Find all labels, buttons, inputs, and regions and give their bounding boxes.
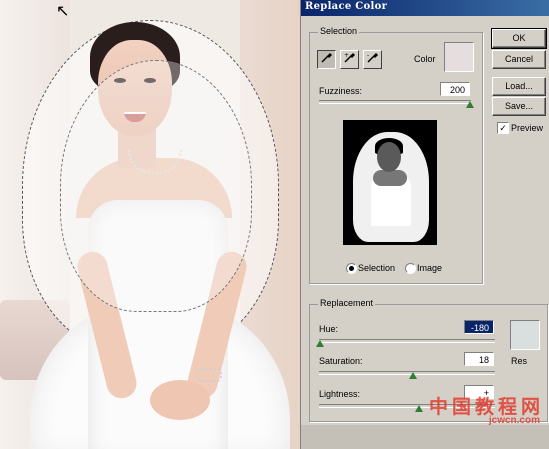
selection-group-label: Selection [318, 26, 360, 36]
hue-input[interactable]: -180 [464, 320, 494, 334]
saturation-slider-thumb[interactable] [409, 372, 417, 379]
result-label: Res [511, 356, 528, 366]
lightness-label: Lightness: [319, 389, 361, 399]
selection-preview [343, 120, 437, 245]
saturation-input[interactable]: 18 [464, 352, 494, 366]
fuzziness-input[interactable]: 200 [440, 82, 470, 96]
selection-radio-label: Selection [358, 263, 396, 273]
preview-checkbox-label: Preview [511, 123, 544, 133]
eyedropper-minus-icon[interactable]: - [363, 50, 382, 69]
svg-text:+: + [344, 52, 349, 59]
veil-selection-marquee [60, 60, 252, 312]
hue-slider-thumb[interactable] [316, 340, 324, 347]
hue-slider-track[interactable] [319, 339, 495, 343]
preview-checkbox[interactable]: ✓ [497, 122, 509, 134]
taskbar-strip [301, 425, 549, 449]
lightness-slider-thumb[interactable] [415, 405, 423, 412]
bride-hands [150, 380, 210, 420]
watermark-url: jcwcn.com [488, 415, 540, 426]
result-color-swatch [510, 320, 540, 350]
mouse-cursor-icon: ↖ [56, 3, 70, 20]
fuzziness-label: Fuzziness: [319, 86, 363, 96]
replacement-group-label: Replacement [318, 298, 376, 308]
eyedropper-icon[interactable] [317, 50, 336, 69]
load-button[interactable]: Load... [492, 77, 546, 96]
cancel-button[interactable]: Cancel [492, 50, 546, 69]
image-radio-label: Image [417, 263, 443, 273]
fuzziness-slider-track[interactable] [319, 100, 471, 104]
saturation-slider-track[interactable] [319, 371, 495, 375]
image-radio[interactable] [405, 263, 416, 274]
preview-shoulders [373, 170, 407, 186]
dialog-title: Replace Color [305, 1, 388, 12]
selection-color-swatch[interactable] [444, 42, 474, 72]
photo-canvas[interactable]: ↖ [0, 0, 300, 449]
dialog-titlebar[interactable]: Replace Color [301, 0, 549, 16]
replace-color-dialog: Replace Color Selection + - Color Fuzzin… [300, 0, 549, 449]
color-label: Color [414, 54, 436, 64]
hue-label: Hue: [319, 324, 339, 334]
selection-radio[interactable] [346, 263, 357, 274]
svg-text:-: - [367, 52, 369, 59]
saturation-label: Saturation: [319, 356, 363, 366]
save-button[interactable]: Save... [492, 97, 546, 116]
preview-face [377, 142, 401, 172]
pearl-bracelet [196, 368, 222, 382]
fuzziness-slider-thumb[interactable] [466, 101, 474, 108]
ok-button[interactable]: OK [491, 28, 547, 49]
eyedropper-plus-icon[interactable]: + [340, 50, 359, 69]
